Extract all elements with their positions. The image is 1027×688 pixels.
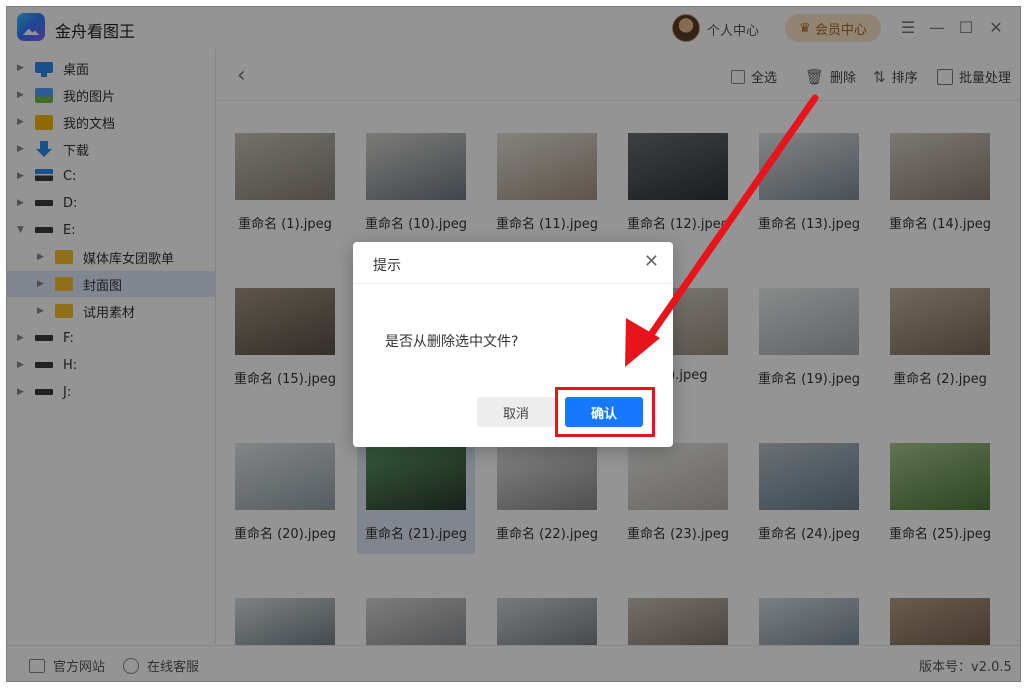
highlight-box — [555, 387, 655, 437]
cancel-button[interactable]: 取消 — [477, 397, 555, 427]
dialog-header: 提示 ✕ — [353, 242, 673, 284]
dialog-title: 提示 — [373, 258, 401, 274]
close-icon[interactable]: ✕ — [644, 251, 659, 272]
dialog-message: 是否从删除选中文件? — [385, 334, 519, 350]
